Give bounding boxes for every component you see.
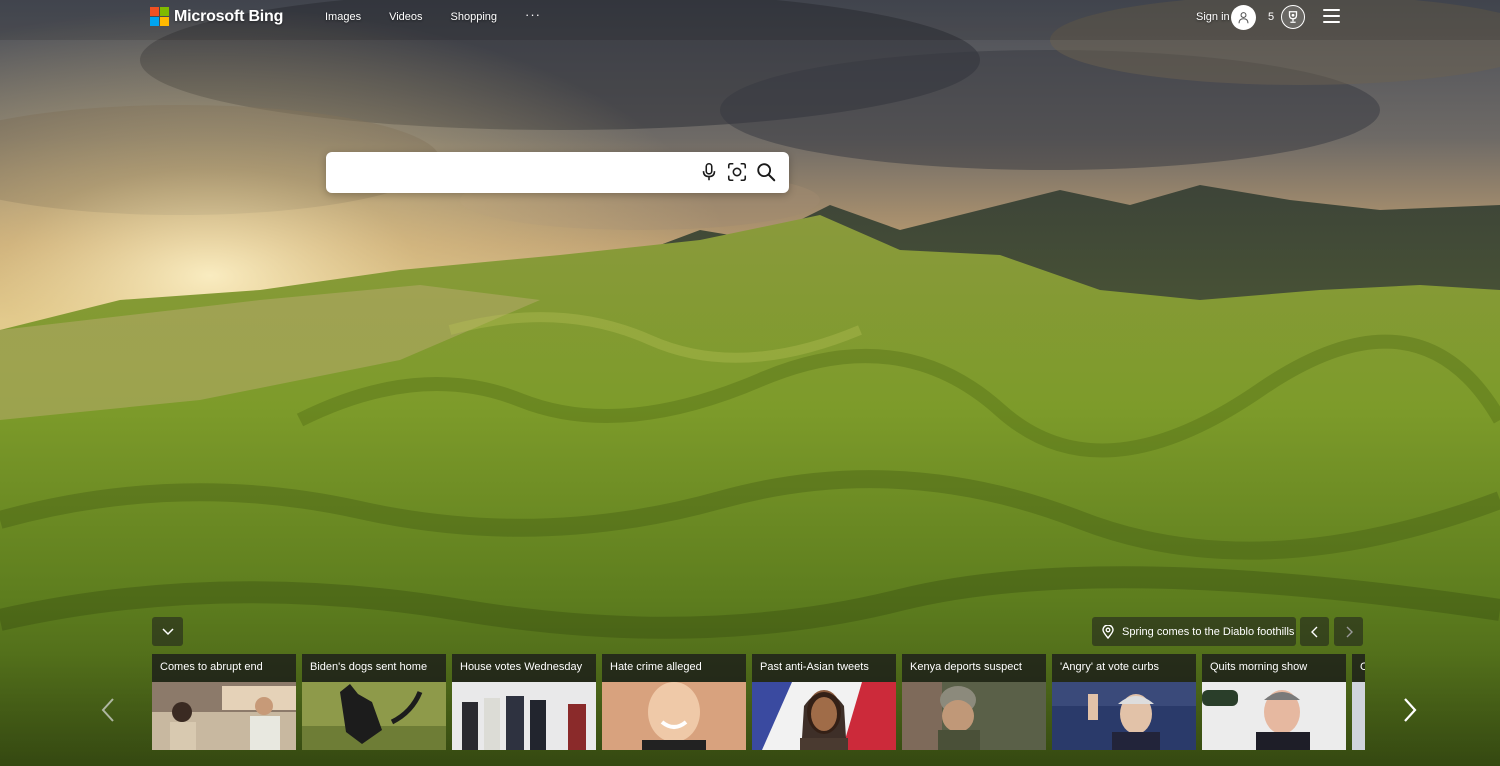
news-previous-arrow-icon[interactable]: [98, 696, 118, 724]
trophy-icon: [1288, 11, 1298, 23]
news-card-title: Quits morning show: [1210, 661, 1308, 673]
news-card-thumbnail: [602, 682, 746, 750]
news-card[interactable]: Hate crime alleged: [602, 654, 746, 750]
news-card-title: C: [1360, 661, 1365, 673]
news-card-title: Hate crime alleged: [610, 661, 702, 673]
collapse-news-button[interactable]: [152, 617, 183, 646]
news-card-thumbnail: [1352, 682, 1365, 750]
news-card-title: Kenya deports suspect: [910, 661, 1022, 673]
rewards-button[interactable]: [1281, 5, 1305, 29]
nav-more-button[interactable]: ···: [525, 7, 541, 22]
news-card[interactable]: House votes Wednesday: [452, 654, 596, 750]
nav-videos[interactable]: Videos: [389, 11, 422, 23]
news-card[interactable]: 'Angry' at vote curbs: [1052, 654, 1196, 750]
image-caption[interactable]: Spring comes to the Diablo foothills: [1092, 617, 1296, 646]
news-card-thumbnail: [1052, 682, 1196, 750]
top-bar: Microsoft Bing Images Videos Shopping ··…: [0, 0, 1500, 36]
brand-name: Microsoft Bing: [174, 7, 284, 25]
news-card-thumbnail: [152, 682, 296, 750]
avatar[interactable]: [1231, 5, 1256, 30]
news-card-thumbnail: [752, 682, 896, 750]
chevron-down-icon: [161, 627, 174, 635]
visual-search-icon[interactable]: [726, 161, 748, 183]
previous-image-button[interactable]: [1300, 617, 1329, 646]
news-card-thumbnail: [902, 682, 1046, 750]
microsoft-logo-icon: [150, 7, 169, 26]
news-card-title: House votes Wednesday: [460, 661, 583, 673]
nav-images[interactable]: Images: [325, 11, 361, 23]
news-card[interactable]: Past anti-Asian tweets: [752, 654, 896, 750]
news-card[interactable]: Quits morning show: [1202, 654, 1346, 750]
news-carousel: Comes to abrupt end Biden's dogs sent ho…: [152, 654, 1365, 750]
next-image-button[interactable]: [1334, 617, 1363, 646]
menu-line: [1323, 9, 1340, 11]
news-card-title: 'Angry' at vote curbs: [1060, 661, 1159, 673]
search-box: [326, 152, 789, 193]
sign-in-link[interactable]: Sign in: [1196, 11, 1230, 23]
news-card-title: Past anti-Asian tweets: [760, 661, 869, 673]
search-input[interactable]: [338, 160, 688, 185]
microphone-icon[interactable]: [698, 161, 720, 183]
news-card-title: Biden's dogs sent home: [310, 661, 428, 673]
news-card[interactable]: Comes to abrupt end: [152, 654, 296, 750]
news-next-arrow-icon[interactable]: [1400, 696, 1420, 724]
search-icon[interactable]: [755, 161, 777, 183]
news-card[interactable]: Kenya deports suspect: [902, 654, 1046, 750]
reward-points-count: 5: [1268, 11, 1275, 23]
location-pin-icon: [1102, 624, 1114, 639]
news-card-thumbnail: [452, 682, 596, 750]
bing-logo[interactable]: Microsoft Bing: [150, 7, 283, 26]
menu-line: [1323, 21, 1340, 23]
nav-shopping[interactable]: Shopping: [451, 11, 498, 23]
news-card[interactable]: Biden's dogs sent home: [302, 654, 446, 750]
chevron-left-icon: [1310, 626, 1317, 637]
image-caption-text: Spring comes to the Diablo foothills: [1122, 625, 1295, 638]
background-landscape-image: [0, 0, 1500, 766]
news-card-thumbnail: [302, 682, 446, 750]
top-nav: Images Videos Shopping ···: [325, 7, 541, 23]
news-card[interactable]: C: [1352, 654, 1365, 750]
menu-button[interactable]: [1323, 9, 1340, 23]
user-icon: [1238, 12, 1249, 24]
menu-line: [1323, 15, 1340, 17]
news-card-title: Comes to abrupt end: [160, 661, 263, 673]
chevron-right-icon: [1346, 626, 1353, 637]
news-card-thumbnail: [1202, 682, 1346, 750]
